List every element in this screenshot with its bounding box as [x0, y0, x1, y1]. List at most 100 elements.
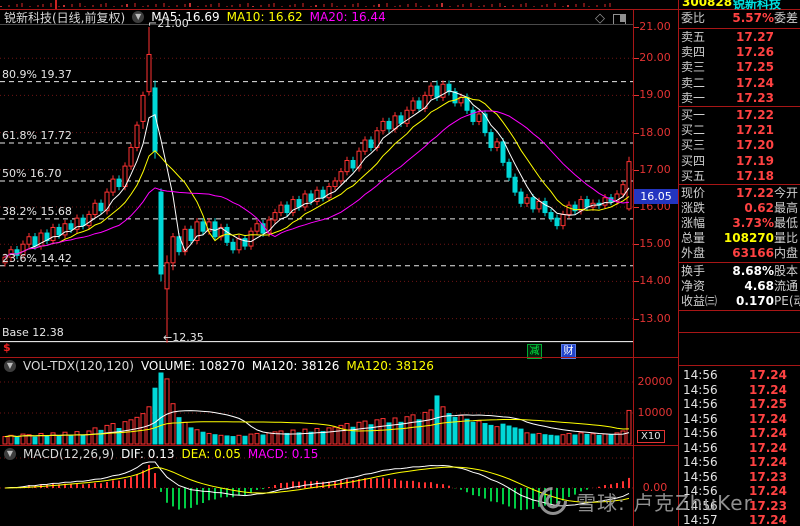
price-axis-tick: 21.00 [639, 20, 671, 33]
panel-sep [678, 262, 800, 263]
ask-row[interactable]: 卖四 17.26 [678, 45, 800, 60]
stat-row[interactable]: 现价 17.22 今开 [678, 186, 800, 201]
price-axis-tick: 17.00 [639, 163, 671, 176]
tape-time: 14:56 [683, 426, 718, 440]
stat-row-price: 63166 [732, 246, 774, 261]
ask-row-price: 17.24 [736, 75, 774, 90]
stat-row-label: 净资 [681, 279, 706, 294]
cursor-price-label: 16.05 [634, 189, 678, 204]
price-axis-tick: 18.00 [639, 126, 671, 139]
vol-value: VOLUME: 108270 [140, 358, 245, 373]
stat-row-label2: PE(动 [774, 294, 800, 309]
ask-row-price: 17.23 [736, 90, 774, 105]
tape-row[interactable]: 14:56 17.24 [680, 455, 800, 469]
stat-row[interactable]: 总量 108270 量比 [678, 231, 800, 246]
tape-row[interactable]: 14:56 17.24 [680, 441, 800, 455]
stat-row-label2: 流通 [774, 279, 799, 294]
ask-row-price: 17.25 [736, 60, 774, 75]
axis-tick-dash [634, 170, 639, 171]
ask-row[interactable]: 卖一 17.23 [678, 91, 800, 106]
dea-value: DEA: 0.05 [181, 446, 241, 461]
volume-header: ▼ VOL-TDX(120,120) VOLUME: 108270 MA120:… [4, 358, 434, 373]
money-icon[interactable]: $ [3, 341, 11, 354]
weibi-label: 委比 [681, 11, 706, 25]
stat-row[interactable]: 净资 4.68 流通 [678, 279, 800, 294]
stat-row[interactable]: 涨跌 0.62 最高 [678, 201, 800, 216]
axis-tick-dash [634, 244, 639, 245]
stat-row-label: 总量 [681, 231, 706, 246]
stat-row[interactable]: 换手 8.68% 股本 [678, 264, 800, 279]
vol-indicator-name: VOL-TDX(120,120) [23, 358, 134, 373]
tape-row[interactable]: 14:56 17.23 [680, 470, 800, 484]
stat-row[interactable]: 涨幅 3.73% 最低 [678, 216, 800, 231]
macd-header: ▼ MACD(12,26,9) DIF: 0.13 DEA: 0.05 MACD… [4, 446, 319, 461]
stat-row-price: 108270 [723, 231, 774, 246]
chevron-down-icon[interactable]: ▼ [4, 359, 16, 372]
bid-row-price: 17.19 [736, 153, 774, 168]
tape-row[interactable]: 14:56 17.24 [680, 426, 800, 440]
bid-row[interactable]: 买一 17.22 [678, 108, 800, 123]
quote-panel: 300828 锐新科技 委比 5.57% 委差 自动续费通达信普及版 交易状态:… [678, 0, 800, 526]
stat-row-label: 涨跌 [681, 201, 706, 216]
stat-row-label2: 量比 [774, 231, 799, 246]
bid-row-price: 17.22 [736, 108, 774, 122]
bid-row-label: 买一 [681, 108, 706, 122]
stat-row-label2: 最高 [774, 201, 799, 216]
tape-row[interactable]: 14:56 17.24 [680, 383, 800, 397]
ask-row-price: 17.26 [736, 45, 774, 60]
stat-row-price: 0.170 [736, 294, 774, 309]
price-axis-tick: 14.00 [639, 274, 671, 287]
weibi-value: 5.57% [732, 11, 774, 25]
ask-row[interactable]: 卖三 17.25 [678, 60, 800, 75]
panel-sep [678, 184, 800, 185]
axis-tick-dash [634, 281, 639, 282]
bid-row[interactable]: 买四 17.19 [678, 154, 800, 169]
macd-indicator-name: MACD(12,26,9) [23, 446, 115, 461]
stat-row[interactable]: 收益㈢ 0.170 PE(动 [678, 294, 800, 309]
tape-price: 17.24 [749, 426, 787, 440]
ask-row[interactable]: 卖五 17.27 [678, 30, 800, 45]
tape-row[interactable]: 14:56 17.25 [680, 397, 800, 411]
macd-value: MACD: 0.15 [247, 446, 319, 461]
bid-row[interactable]: 买五 17.18 [678, 169, 800, 184]
tape-time: 14:56 [683, 440, 718, 455]
panel-sep [678, 332, 800, 333]
ask-row-label: 卖三 [681, 60, 706, 75]
tdx-stock-app: { "colors": { "up": "#ff3232", "down": "… [0, 0, 800, 526]
ask-row-label: 卖一 [681, 90, 706, 105]
weicha-label: 委差 [774, 11, 799, 25]
panel-sep [678, 28, 800, 29]
axis-tick-dash [634, 133, 639, 134]
stat-row-label2: 最低 [774, 216, 799, 231]
tape-time: 14:56 [683, 455, 718, 469]
stat-row-label2: 内盘 [774, 246, 799, 261]
bid-row[interactable]: 买二 17.21 [678, 123, 800, 138]
bid-row[interactable]: 买三 17.20 [678, 138, 800, 153]
tape-price: 17.24 [749, 382, 787, 397]
tape-row[interactable]: 14:56 17.24 [680, 412, 800, 426]
stat-row[interactable]: 外盘 63166 内盘 [678, 246, 800, 261]
base-line-label: Base 12.38 [2, 326, 64, 339]
stock-code-row[interactable]: 300828 锐新科技 [678, 0, 800, 10]
tape-row[interactable]: 14:56 17.24 [680, 368, 800, 382]
axis-tick-dash [634, 95, 639, 96]
ask-row[interactable]: 卖二 17.24 [678, 76, 800, 91]
panel-sep [678, 106, 800, 107]
vol-ma120-yellow: MA120: 38126 [346, 358, 434, 373]
tape-price: 17.24 [749, 368, 787, 382]
axis-tick-dash [634, 319, 639, 320]
stock-name: 锐新科技 [733, 0, 782, 10]
tape-price: 17.23 [749, 469, 787, 484]
tape-time: 14:56 [683, 411, 718, 426]
weibi-row: 委比 5.57% 委差 [678, 11, 800, 26]
vol-ma120-white: MA120: 38126 [251, 358, 340, 373]
price-axis-tick: 15.00 [639, 237, 671, 250]
tape-time: 14:56 [683, 368, 718, 382]
ask-row-label: 卖五 [681, 30, 706, 44]
tape-price: 17.25 [749, 397, 787, 411]
watermark-text: 雪球: 卢克ZhuKer [576, 490, 753, 515]
bid-row-label: 买五 [681, 168, 706, 183]
chevron-down-icon[interactable]: ▼ [4, 447, 16, 460]
stat-row-label2: 今开 [774, 186, 799, 200]
stat-row-label: 现价 [681, 186, 706, 200]
